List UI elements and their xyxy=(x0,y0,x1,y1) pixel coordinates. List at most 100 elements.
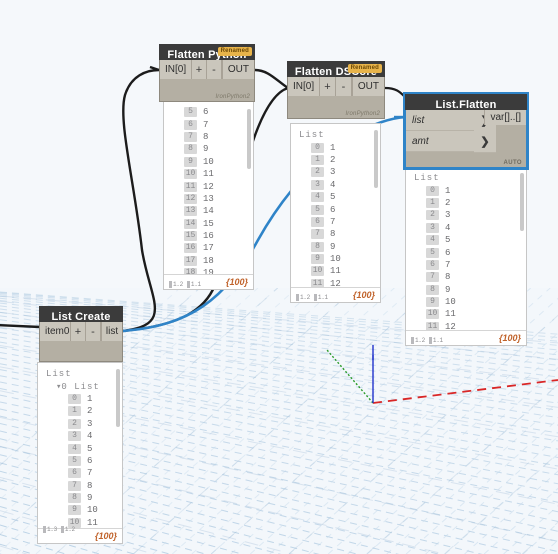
input-port-list[interactable]: list xyxy=(406,110,474,131)
preview-row: 23 xyxy=(299,166,376,178)
preview-row: 78 xyxy=(46,480,118,492)
input-port-in0[interactable]: IN[0] xyxy=(160,60,192,79)
preview-list-flatten[interactable]: List011223344556677889910101111121213131… xyxy=(405,166,527,346)
node-header[interactable]: Flatten DSCore Renamed xyxy=(287,61,385,78)
preview-row: 14 15 xyxy=(172,218,249,230)
preview-row-value: 8 xyxy=(445,272,451,283)
preview-row-value: 12 xyxy=(203,181,214,192)
node-header[interactable]: List.Flatten xyxy=(405,94,527,111)
add-input-button[interactable]: + xyxy=(320,77,336,96)
preview-row-value: 2 xyxy=(330,154,336,165)
preview-row-index: 6 xyxy=(311,216,324,227)
preview-scrollbar[interactable] xyxy=(520,173,524,231)
preview-list-listcreate: List▾ 0 List0112233445566778899101011111… xyxy=(38,363,122,528)
remove-input-button[interactable]: - xyxy=(86,322,101,341)
preview-row-index: 9 xyxy=(426,297,439,308)
input-port-amt[interactable]: amt xyxy=(406,131,474,152)
preview-row-value: 11 xyxy=(330,266,341,277)
preview-row-value: 9 xyxy=(445,284,451,295)
preview-row-value: 16 xyxy=(203,231,214,242)
preview-root-label: List xyxy=(414,173,440,184)
output-port-out[interactable]: OUT xyxy=(351,77,384,96)
preview-row-value: 7 xyxy=(445,259,451,270)
preview-row-value: 4 xyxy=(445,222,451,233)
node-body[interactable]: IN[0] + - OUT IronPython2 xyxy=(159,60,255,102)
add-input-button[interactable]: + xyxy=(192,60,207,79)
node-port-row-list: list ❯ var[]..[] xyxy=(406,109,526,132)
input-port-item0[interactable]: item0 xyxy=(40,322,71,341)
node-flatten-dscore[interactable]: Flatten DSCore Renamed IN[0] + - OUT Iro… xyxy=(287,61,385,119)
preview-row-value: 1 xyxy=(330,142,336,153)
dimension-badge: 1.3 xyxy=(43,526,57,533)
preview-row-value: 14 xyxy=(203,206,214,217)
preview-row-index: 4 xyxy=(68,443,81,454)
node-header[interactable]: Flatten Python Renamed xyxy=(159,44,255,61)
dynamo-canvas[interactable]: 5 6 6 7 7 8 8 9 9 10 10 11 11 12 12 13 13 14 14 15 15 16 16 17 1… xyxy=(0,0,558,554)
add-input-button[interactable]: + xyxy=(71,322,86,341)
preview-row-value: 5 xyxy=(445,235,451,246)
preview-row-index: 12 xyxy=(184,193,197,204)
node-port-row: item0 + - list xyxy=(40,322,122,341)
output-port-list[interactable]: list xyxy=(101,322,122,341)
dimension-badge: 1.2 xyxy=(169,281,183,288)
preview-row-index: 4 xyxy=(311,192,324,203)
node-header[interactable]: List Create xyxy=(39,306,123,323)
preview-scrollbar[interactable] xyxy=(116,369,120,427)
preview-row: 12 xyxy=(299,154,376,166)
node-engine-label: IronPython2 xyxy=(345,111,380,117)
preview-root-label: List xyxy=(46,369,72,380)
preview-row-index: 6 xyxy=(426,259,439,270)
preview-footer: 1.2 1.1 {100} xyxy=(164,274,253,289)
preview-row-value: 10 xyxy=(87,505,98,516)
preview-row-value: 8 xyxy=(330,229,336,240)
preview-root-label: List xyxy=(299,130,325,141)
preview-dimensions: 1.31.21.1 xyxy=(43,518,95,543)
preview-row-index: 10 xyxy=(426,309,439,320)
preview-dimensions: 1.2 1.1 xyxy=(411,329,447,345)
input-port-in0[interactable]: IN[0] xyxy=(288,77,320,96)
preview-row-index: 14 xyxy=(184,218,197,229)
preview-scrollbar[interactable] xyxy=(374,130,378,188)
node-body[interactable]: item0 + - list xyxy=(39,322,123,362)
remove-input-button[interactable]: - xyxy=(206,60,222,79)
node-list-flatten[interactable]: List.Flatten list ❯ var[]..[] amt ❯ AUTO xyxy=(403,92,529,170)
node-engine-label: IronPython2 xyxy=(215,94,250,100)
preview-row-index: 0 xyxy=(426,185,439,196)
preview-row-index: 2 xyxy=(68,418,81,429)
remove-input-button[interactable]: - xyxy=(335,77,352,96)
preview-row-index: 5 xyxy=(68,455,81,466)
node-lacing-label: AUTO xyxy=(503,160,522,166)
output-port-out[interactable]: OUT xyxy=(221,60,254,79)
chevron-right-icon: ❯ xyxy=(474,130,496,153)
node-flatten-python[interactable]: Flatten Python Renamed IN[0] + - OUT Iro… xyxy=(159,44,255,102)
preview-flatten-dscore[interactable]: List011223344556677889910101111121213131… xyxy=(290,123,381,303)
preview-count: {100} xyxy=(94,531,117,541)
preview-row-index: 3 xyxy=(68,431,81,442)
output-port-var[interactable]: var[]..[] xyxy=(484,110,526,125)
preview-row: 01 xyxy=(46,393,118,405)
preview-row-index: 8 xyxy=(311,241,324,252)
preview-row-index: 9 xyxy=(184,156,197,167)
preview-row-value: 7 xyxy=(330,216,336,227)
node-body[interactable]: list ❯ var[]..[] amt ❯ AUTO xyxy=(405,109,527,168)
preview-row-value: 1 xyxy=(445,185,451,196)
preview-flatten-python[interactable]: 5 6 6 7 7 8 8 9 9 10 10 11 11 12 12 13 13 14 14 15 15 16 16 17 1… xyxy=(163,100,254,290)
preview-row-index: 16 xyxy=(184,243,197,254)
preview-row-index: 7 xyxy=(184,131,197,142)
preview-row-value: 8 xyxy=(203,131,209,142)
preview-row-value: 3 xyxy=(445,210,451,221)
preview-row: 9 10 xyxy=(46,504,118,516)
preview-scrollbar[interactable] xyxy=(247,109,251,169)
preview-row-value: 7 xyxy=(203,119,209,130)
preview-row: 9 10 xyxy=(172,156,249,168)
preview-row-value: 9 xyxy=(87,493,93,504)
preview-row-value: 6 xyxy=(87,455,93,466)
preview-list-create[interactable]: List▾ 0 List0112233445566778899101011111… xyxy=(37,362,123,544)
preview-row: 16 17 xyxy=(172,242,249,254)
preview-sublist-label[interactable]: ▾ 0 List xyxy=(46,380,118,392)
node-list-create[interactable]: List Create item0 + - list xyxy=(39,306,123,362)
preview-row-index: 7 xyxy=(68,480,81,491)
preview-row-index: 17 xyxy=(184,255,197,266)
node-body[interactable]: IN[0] + - OUT IronPython2 xyxy=(287,77,385,119)
renamed-badge: Renamed xyxy=(347,64,382,73)
